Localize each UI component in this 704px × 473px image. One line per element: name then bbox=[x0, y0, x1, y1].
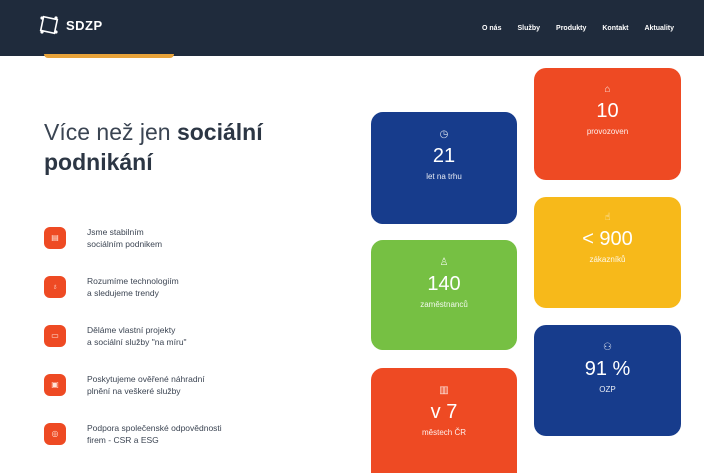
stat-card-cities: ▥ v 7 městech ČR bbox=[371, 368, 517, 473]
nav-item-produkty[interactable]: Produkty bbox=[556, 25, 586, 32]
stat-label: provozoven bbox=[586, 127, 629, 136]
nav-item-o-nas[interactable]: O nás bbox=[482, 25, 501, 32]
stat-card-customers: ☝ < 900 zákazníků bbox=[534, 197, 681, 308]
users-icon: ⚇ bbox=[603, 342, 612, 353]
logo-text: SDZP bbox=[66, 17, 103, 33]
feature-item: ♁ Rozumíme technologiím a sledujeme tren… bbox=[44, 275, 344, 324]
stat-label: zaměstnanců bbox=[420, 300, 468, 309]
feature-line: a sledujeme trendy bbox=[87, 288, 159, 298]
document-icon: ▤ bbox=[44, 227, 66, 249]
feature-line: plnění na veškeré služby bbox=[87, 386, 181, 396]
feature-line: Podpora společenské odpovědnosti bbox=[87, 423, 222, 433]
stat-label: zákazníků bbox=[589, 255, 626, 264]
feature-line: Rozumíme technologiím bbox=[87, 276, 179, 286]
home-icon: ⌂ bbox=[604, 84, 611, 95]
hero-title-regular: Více než jen bbox=[44, 119, 177, 145]
feature-line: firem - CSR a ESG bbox=[87, 435, 159, 445]
feature-line: Jsme stabilním bbox=[87, 227, 144, 237]
stat-label: let na trhu bbox=[426, 172, 462, 181]
stat-value: 21 bbox=[432, 145, 456, 167]
feature-item: ◎ Podpora společenské odpovědnosti firem… bbox=[44, 422, 344, 471]
stat-label: OZP bbox=[599, 385, 616, 394]
stat-label: městech ČR bbox=[421, 428, 466, 437]
site-header: SDZP O nás Služby Produkty Kontakt Aktua… bbox=[0, 0, 704, 56]
stat-card-ozp: ⚇ 91 % OZP bbox=[534, 325, 681, 436]
main-nav: O nás Služby Produkty Kontakt Aktuality bbox=[482, 0, 674, 56]
logo-mark-icon bbox=[39, 15, 59, 35]
logo[interactable]: SDZP bbox=[38, 14, 103, 36]
stat-value: < 900 bbox=[582, 228, 633, 250]
hero-title: Více než jen sociální podnikání bbox=[44, 117, 344, 177]
stat-card-locations: ⌂ 10 provozoven bbox=[534, 68, 681, 180]
hero-title-bold-2: podnikání bbox=[44, 149, 153, 175]
hero-title-bold-1: sociální bbox=[176, 119, 263, 145]
feature-line: a sociální služby "na míru" bbox=[87, 337, 187, 347]
city-icon: ▥ bbox=[439, 385, 449, 396]
stat-card-employees: ♙ 140 zaměstnanců bbox=[371, 240, 517, 350]
feature-item: ▤ Jsme stabilním sociálním podnikem bbox=[44, 226, 344, 275]
feature-line: Děláme vlastní projekty bbox=[87, 325, 176, 335]
folder-icon: ▭ bbox=[44, 325, 66, 347]
calendar-icon: ▣ bbox=[44, 374, 66, 396]
thumbs-up-icon: ☝ bbox=[604, 212, 611, 223]
clock-icon: ◷ bbox=[439, 129, 449, 140]
feature-item: ▭ Děláme vlastní projekty a sociální slu… bbox=[44, 324, 344, 373]
feature-line: Poskytujeme ověřené náhradní bbox=[87, 374, 205, 384]
header-accent-bar bbox=[44, 54, 174, 58]
check-circle-icon: ◎ bbox=[44, 423, 66, 445]
nav-item-sluzby[interactable]: Služby bbox=[517, 25, 540, 32]
feature-list: ▤ Jsme stabilním sociálním podnikem ♁ Ro… bbox=[44, 226, 344, 471]
bulb-icon: ♁ bbox=[44, 276, 66, 298]
nav-item-aktuality[interactable]: Aktuality bbox=[644, 25, 674, 32]
feature-line: sociálním podnikem bbox=[87, 239, 163, 249]
stat-value: 10 bbox=[596, 100, 619, 122]
user-add-icon: ♙ bbox=[439, 257, 449, 268]
nav-item-kontakt[interactable]: Kontakt bbox=[602, 25, 628, 32]
stat-value: v 7 bbox=[430, 401, 458, 423]
stat-value: 140 bbox=[427, 273, 461, 295]
feature-item: ▣ Poskytujeme ověřené náhradní plnění na… bbox=[44, 373, 344, 422]
stat-value: 91 % bbox=[584, 358, 631, 380]
page: SDZP O nás Služby Produkty Kontakt Aktua… bbox=[0, 0, 704, 473]
stat-card-years: ◷ 21 let na trhu bbox=[371, 112, 517, 224]
